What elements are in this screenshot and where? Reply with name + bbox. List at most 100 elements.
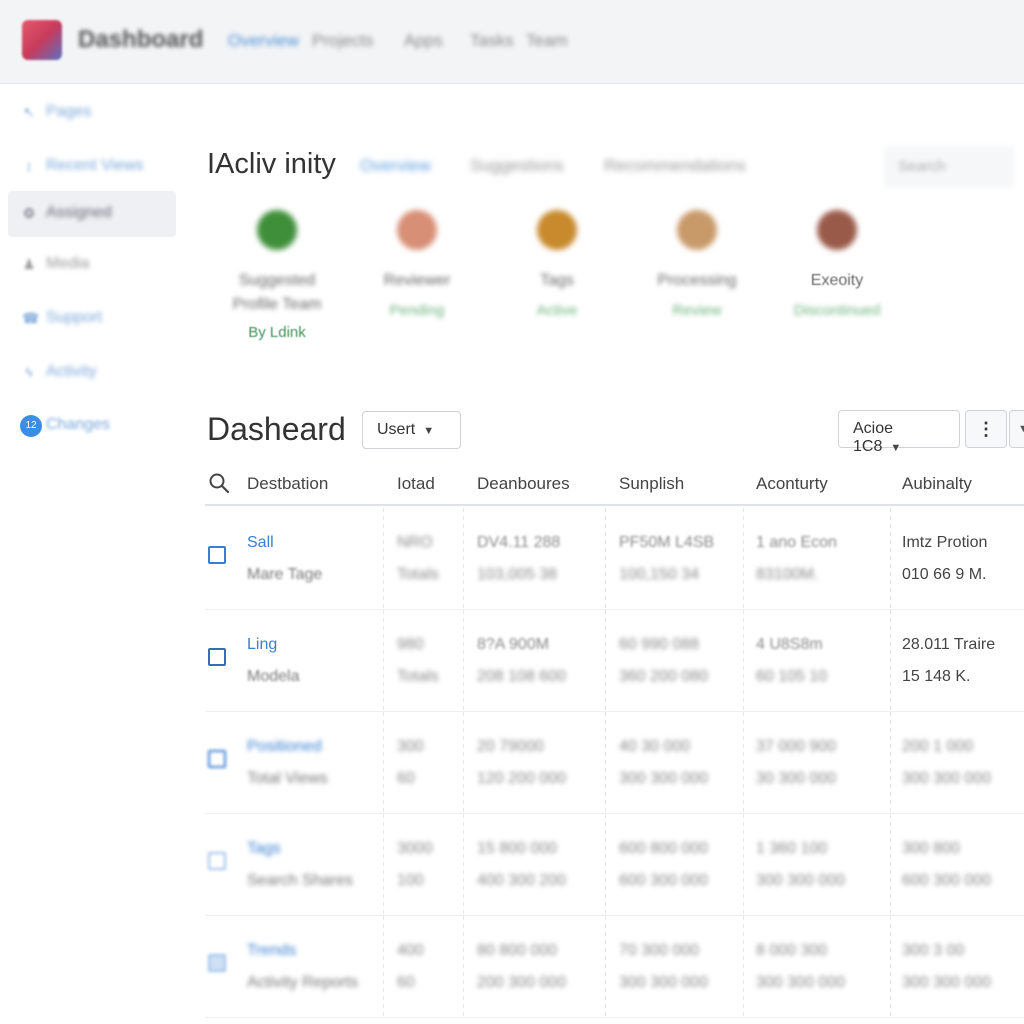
cell: 200 300 000 xyxy=(477,974,566,991)
column-header[interactable]: Aconturty xyxy=(756,474,828,494)
cell: NRO xyxy=(397,534,433,551)
cell: 1 ano Econ xyxy=(756,534,837,551)
cell: 70 300 000 xyxy=(619,942,700,959)
table-row[interactable]: Trends Activity Reports 400 60 80 800 00… xyxy=(205,916,1024,1018)
column-divider xyxy=(743,916,744,1017)
clock-icon: ↕ xyxy=(25,158,33,174)
activity-card[interactable]: Exeoity Discontinued xyxy=(767,210,907,319)
activity-card[interactable]: Suggested Profile Team By Ldink xyxy=(207,210,347,341)
cell: 1 360 100 xyxy=(756,840,828,857)
avatar xyxy=(397,210,437,250)
cell: 300 xyxy=(397,738,424,755)
cell: 3000 xyxy=(397,840,433,857)
activity-search-input[interactable]: Search xyxy=(884,146,1014,188)
search-icon[interactable] xyxy=(208,472,230,494)
tab-recommendations[interactable]: Recommendations xyxy=(604,156,746,176)
document-icon xyxy=(208,750,226,768)
phone-icon: ☎ xyxy=(22,310,40,326)
sidebar-item-support[interactable]: ☎ Support xyxy=(8,296,176,342)
nav-item-projects[interactable]: Projects xyxy=(312,31,373,51)
column-divider xyxy=(890,610,891,711)
sidebar-item-changes[interactable]: 12 Changes xyxy=(8,403,176,449)
column-divider xyxy=(605,508,606,609)
cell: 600 800 000 xyxy=(619,840,708,857)
sidebar-item-label: Assigned xyxy=(46,204,112,221)
column-header[interactable]: Deanboures xyxy=(477,474,570,494)
row-title-link[interactable]: Tags xyxy=(247,840,281,858)
card-status: Pending xyxy=(389,302,445,319)
tab-suggestions[interactable]: Suggestions xyxy=(470,156,564,176)
nav-item-team[interactable]: Team xyxy=(526,31,568,51)
sort-dropdown[interactable]: Acioe 1C8 ▼ xyxy=(838,410,960,455)
nav-item-apps[interactable]: Apps xyxy=(404,31,443,51)
cell: 400 xyxy=(397,942,424,959)
sidebar-item-media[interactable]: ♟ Media xyxy=(8,242,176,288)
cell: 103,005 38 xyxy=(477,566,558,583)
column-divider xyxy=(743,508,744,609)
dropdown-value: Usert xyxy=(377,421,416,438)
cell: 300 300 000 xyxy=(619,770,708,787)
column-divider xyxy=(605,916,606,1017)
bolt-icon: ϟ xyxy=(25,364,33,380)
list-icon xyxy=(208,852,226,870)
sidebar-item-label: Media xyxy=(46,255,90,272)
app-logo[interactable] xyxy=(22,20,62,60)
row-title-link[interactable]: Sall xyxy=(247,534,274,552)
table-row[interactable]: Positioned Total Views 300 60 20 79000 1… xyxy=(205,712,1024,814)
cell: 208 108 600 xyxy=(477,668,566,685)
count-badge: 12 xyxy=(20,415,42,437)
column-header[interactable]: Iotad xyxy=(397,474,435,494)
column-divider xyxy=(743,814,744,915)
cell: DV4.11 288 xyxy=(477,534,561,551)
row-subtitle: Total Views xyxy=(247,770,328,787)
column-divider xyxy=(463,508,464,609)
column-divider xyxy=(463,814,464,915)
cell: 600 300 000 xyxy=(902,872,991,889)
card-name: Tags xyxy=(540,272,574,289)
sidebar-item-pages[interactable]: ↖ Pages xyxy=(8,90,176,136)
sidebar-item-label: Pages xyxy=(46,103,92,120)
sidebar-item-assigned[interactable]: ⚙ Assigned xyxy=(8,191,176,237)
activity-card[interactable]: Reviewer Pending xyxy=(347,210,487,319)
cell: 28.011 Traire xyxy=(902,636,996,653)
top-bar: Dashboard Overview Projects Apps Tasks T… xyxy=(0,0,1024,84)
pin-icon: ↖ xyxy=(23,104,35,120)
cell: 360 200 080 xyxy=(619,668,708,685)
sidebar: ↖ Pages ↕ Recent Views ⚙ Assigned ♟ Medi… xyxy=(0,84,185,1024)
caret-down-icon: ▼ xyxy=(423,425,435,437)
row-title-link[interactable]: Positioned xyxy=(247,738,322,756)
row-title-link[interactable]: Ling xyxy=(247,636,277,654)
table-row[interactable]: Tags Search Shares 3000 100 15 800 000 4… xyxy=(205,814,1024,916)
activity-card[interactable]: Tags Active xyxy=(487,210,627,319)
tab-overview[interactable]: Overview xyxy=(360,156,431,176)
card-name: Exeoity xyxy=(810,272,864,289)
column-header[interactable]: Destbation xyxy=(247,474,328,494)
column-header[interactable]: Sunplish xyxy=(619,474,684,494)
nav-item-overview[interactable]: Overview xyxy=(228,31,299,51)
sidebar-item-recent-views[interactable]: ↕ Recent Views xyxy=(8,144,176,190)
sidebar-item-activity[interactable]: ϟ Activity xyxy=(8,350,176,396)
chevron-down-icon[interactable]: ▼ xyxy=(1009,410,1024,448)
user-filter-dropdown[interactable]: Usert ▼ xyxy=(362,411,461,449)
row-title-link[interactable]: Trends xyxy=(247,942,296,960)
nav-item-tasks[interactable]: Tasks xyxy=(470,31,513,51)
cell: 4 U8S8m xyxy=(756,636,823,653)
activity-card[interactable]: Processing Review xyxy=(627,210,767,319)
avatar xyxy=(257,210,297,250)
square-icon xyxy=(208,546,226,564)
brand-title: Dashboard xyxy=(78,26,204,53)
table-row[interactable]: Ling Modela 980 Totals 8?A 900M 208 108 … xyxy=(205,610,1024,712)
card-status: Review xyxy=(672,302,722,319)
column-divider xyxy=(383,916,384,1017)
cell: 8 000 300 xyxy=(756,942,828,959)
cell: 60 xyxy=(397,770,415,787)
more-options-icon[interactable]: ⋮ xyxy=(965,410,1007,448)
card-name: Suggested xyxy=(238,272,316,289)
card-name: Processing xyxy=(657,272,737,289)
table-row[interactable]: Sall Mare Tage NRO Totals DV4.11 288 103… xyxy=(205,508,1024,610)
cell: 600 300 000 xyxy=(619,872,708,889)
column-divider xyxy=(605,814,606,915)
column-header[interactable]: Aubinalty xyxy=(902,474,972,494)
card-name-secondary: Profile Team xyxy=(232,296,322,313)
card-status: Discontinued xyxy=(793,302,881,319)
